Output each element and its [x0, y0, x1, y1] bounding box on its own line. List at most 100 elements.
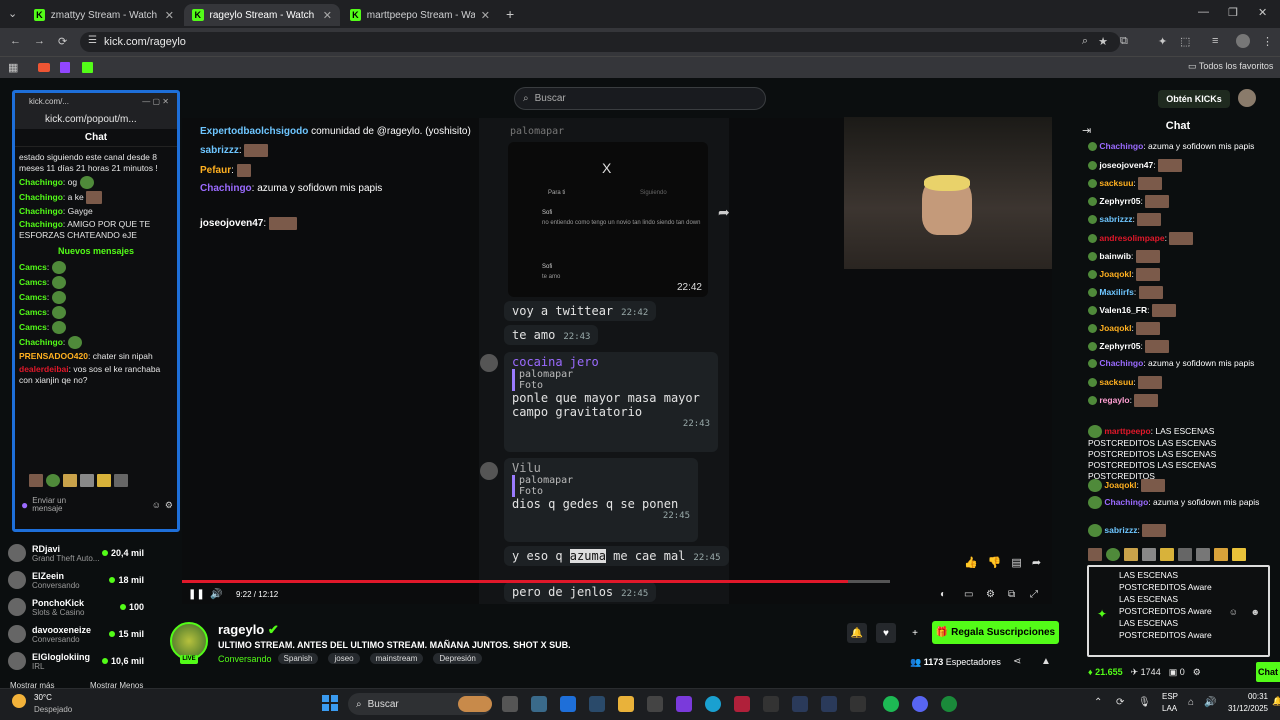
forward-icon[interactable]: → — [34, 35, 45, 47]
chat-user[interactable]: Zephyrr05 — [1099, 341, 1140, 351]
emote-icon[interactable] — [1124, 548, 1138, 561]
mic-icon[interactable]: ● — [21, 498, 28, 512]
chat-user[interactable]: joseojoven47 — [1099, 160, 1153, 170]
reload-icon[interactable]: ⟳ — [58, 35, 67, 48]
steam-icon[interactable] — [821, 696, 837, 712]
chat-user[interactable]: PRENSADOO420 — [19, 351, 88, 361]
chat-user[interactable]: andresolimpape — [1099, 232, 1164, 242]
spotify-icon[interactable] — [883, 696, 899, 712]
apps-icon[interactable]: ▦ — [8, 61, 18, 74]
emote-icon[interactable] — [1196, 548, 1210, 561]
sidebar-item-elglogloking[interactable]: ElGloglokiing IRL 10,6 mil — [8, 648, 178, 674]
app-icon[interactable] — [676, 696, 692, 712]
reading-list-icon[interactable]: ≡ — [1212, 35, 1218, 47]
chat-user[interactable]: Joaqokl — [1099, 268, 1131, 278]
fullscreen-icon[interactable]: ⤢ — [1030, 589, 1038, 600]
all-bookmarks[interactable]: ▭ Todos los favoritos — [1188, 61, 1273, 72]
category-link[interactable]: Conversando — [218, 654, 272, 664]
emote-icon[interactable] — [1214, 548, 1228, 561]
tag[interactable]: Depresión — [433, 653, 482, 664]
chat-user[interactable]: Joaqokl — [1099, 323, 1131, 333]
notifications-button[interactable]: 🔔 — [847, 623, 867, 643]
chat-user[interactable]: Camcs — [19, 322, 47, 332]
sidebar-item-rdjavi[interactable]: RDjavi Grand Theft Auto... 20,4 mil — [8, 540, 178, 566]
close-icon[interactable]: ✕ — [481, 9, 490, 22]
emote-icon[interactable] — [29, 474, 43, 487]
chrome-icon[interactable] — [941, 696, 957, 712]
task-view-icon[interactable] — [502, 696, 518, 712]
points[interactable]: ♦ 21.655 — [1088, 667, 1123, 677]
app-icon[interactable] — [531, 696, 547, 712]
chat-user[interactable]: regaylo — [1099, 395, 1129, 405]
share-icon[interactable]: ⋖ — [1013, 656, 1021, 667]
chat-settings-icon[interactable]: ⚙ — [1193, 667, 1201, 678]
emote-icon[interactable] — [97, 474, 111, 487]
tag[interactable]: joseo — [328, 653, 360, 664]
network-icon[interactable]: ⌂ — [1188, 697, 1194, 708]
site-info-icon[interactable]: ☰ — [88, 35, 97, 46]
kicks-icon[interactable]: ✦ — [1097, 607, 1107, 621]
kick-bookmark-icon[interactable] — [82, 62, 93, 73]
youtube-bookmark-icon[interactable] — [38, 63, 50, 72]
windows-start-icon[interactable] — [322, 695, 338, 711]
volume-icon[interactable]: 🔊 — [1204, 697, 1216, 708]
chat-user[interactable]: Camcs — [19, 262, 47, 272]
outlook-icon[interactable] — [560, 696, 576, 712]
follow-button[interactable]: ♥ — [876, 623, 896, 643]
kicks-balance[interactable]: ✈ 1744 — [1131, 667, 1161, 678]
settings-icon[interactable]: ⚙ — [986, 589, 995, 600]
sidebar-item-ponchokick[interactable]: PonchoKick Slots & Casino 100 — [8, 594, 178, 620]
chat-user[interactable]: bainwib — [1099, 250, 1131, 260]
search-input[interactable]: ⌕ Buscar — [514, 87, 766, 110]
chat-user[interactable]: sabrizzz — [1099, 214, 1132, 224]
chat-user[interactable]: Maxilirfs — [1099, 287, 1134, 297]
thumbs-down-icon[interactable]: 👎 — [988, 556, 1002, 569]
extensions-icon[interactable]: ⧉ — [1120, 35, 1128, 48]
mic-icon[interactable]: 🎙 — [1138, 697, 1151, 708]
theater-icon[interactable]: ▭ — [964, 589, 973, 600]
chat-user[interactable]: marttpeepo — [1104, 426, 1150, 436]
volume-icon[interactable]: 🔊 — [210, 589, 222, 600]
emoji-icon[interactable]: ☻ — [1251, 607, 1260, 617]
chat-input[interactable]: ✦ LAS ESCENAS POSTCREDITOS Aware LAS ESC… — [1087, 565, 1270, 657]
menu-icon[interactable]: ⋮ — [1262, 35, 1273, 48]
clock-time[interactable]: 00:31 — [1220, 692, 1268, 701]
maximize-button[interactable]: ❐ — [1228, 6, 1238, 19]
chat-user[interactable]: Camcs — [19, 277, 47, 287]
popup-window-controls[interactable]: — ▢ ✕ — [142, 97, 177, 106]
emote-icon[interactable] — [1106, 548, 1120, 561]
chat-user[interactable]: Chachingo — [19, 177, 63, 187]
emote-icon[interactable] — [1232, 548, 1246, 561]
chat-user[interactable]: Chachingo — [1099, 358, 1143, 368]
tag[interactable]: Spanish — [277, 653, 319, 664]
tab-marttpeepo[interactable]: K marttpeepo Stream - Watch Li ✕ — [342, 4, 498, 26]
language-indicator[interactable]: ESP — [1162, 692, 1178, 701]
chat-user[interactable]: Zephyrr05 — [1099, 196, 1140, 206]
app-icon[interactable] — [734, 696, 750, 712]
pip-icon[interactable]: ⧉ — [1008, 589, 1015, 600]
window-close-button[interactable]: ✕ — [1258, 6, 1267, 19]
tag[interactable]: mainstream — [369, 653, 424, 664]
emote-picker-icon[interactable]: ☺ — [152, 500, 161, 510]
edge-icon[interactable] — [705, 696, 721, 712]
gift-icon[interactable]: + — [905, 623, 925, 643]
app-icon[interactable] — [850, 696, 866, 712]
tab-rageylo[interactable]: K rageylo Stream - Watch Liv ✕ — [184, 4, 340, 26]
gift-subs-button[interactable]: 🎁 Regala Suscripciones — [932, 621, 1059, 644]
minimize-button[interactable]: — — [1198, 6, 1209, 18]
weather-temp[interactable]: 30°C — [34, 693, 52, 702]
chat-user[interactable]: Chachingo — [1104, 497, 1148, 507]
report-icon[interactable]: ▲ — [1041, 656, 1051, 667]
chat-user[interactable]: dealerdeibai — [19, 364, 69, 374]
chat-user[interactable]: sacksuu — [1099, 178, 1133, 188]
emote-icon[interactable] — [80, 474, 94, 487]
chat-user[interactable]: sacksuu — [1099, 377, 1133, 387]
comment-icon[interactable]: ▤ — [1011, 556, 1021, 569]
send-chat-button[interactable]: Chat — [1256, 662, 1280, 682]
toggle-icon[interactable]: ◐ — [940, 589, 946, 600]
sidebar-item-elzeein[interactable]: ElZeein Conversando 18 mil — [8, 567, 178, 593]
settings-icon[interactable]: ⚙ — [165, 500, 173, 511]
close-icon[interactable]: ✕ — [323, 9, 332, 22]
discord-icon[interactable] — [912, 696, 928, 712]
emote-icon[interactable] — [63, 474, 77, 487]
